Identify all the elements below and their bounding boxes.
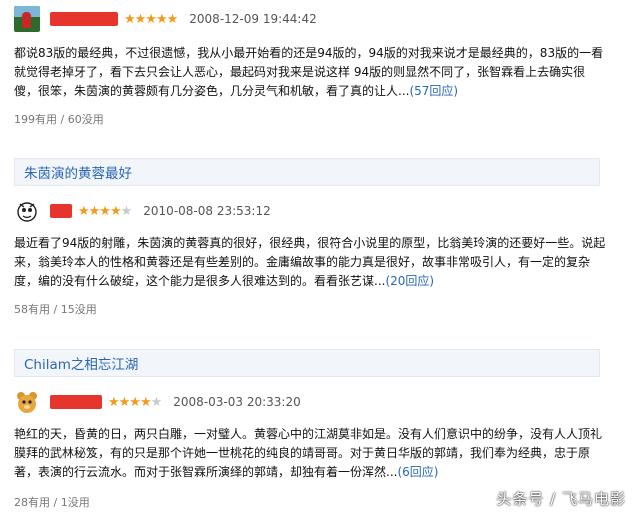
rating-stars: ★★★★★ <box>124 11 178 27</box>
review-text: 艳红的天，昏黄的日，两只白雕，一对璧人。黄蓉心中的江湖莫非如是。没有人们意识中的… <box>14 427 603 479</box>
replies-link[interactable]: (20回应) <box>385 274 434 288</box>
review-title-bar[interactable]: 朱茵演的黄蓉最好 <box>14 158 600 186</box>
watermark: 头条号 / 飞马电影 <box>496 490 626 508</box>
vote-counts[interactable]: 199有用 / 60没用 <box>14 111 104 127</box>
replies-link[interactable]: (57回应) <box>409 84 458 98</box>
redacted-username <box>50 12 118 26</box>
review-date: 2008-12-09 19:44:42 <box>189 12 317 26</box>
user-avatar[interactable] <box>14 198 40 224</box>
user-avatar[interactable] <box>14 389 40 415</box>
review-header: ★★★★★ 2008-12-09 19:44:42 <box>14 5 317 33</box>
review-text: 最近看了94版的射雕，朱茵演的黄蓉真的很好，很经典，很符合小说里的原型，比翁美玲… <box>14 236 606 288</box>
replies-link[interactable]: (6回应) <box>397 465 438 479</box>
review-text: 都说83版的最经典，不过很遗憾，我从小最开始看的还是94版的，94版的对我来说才… <box>14 46 604 98</box>
review-date: 2008-03-03 20:33:20 <box>173 395 301 409</box>
review-header: ★★★★★ 2008-03-03 20:33:20 <box>14 388 301 416</box>
redacted-username <box>50 395 102 409</box>
rating-stars: ★★★★★ <box>78 203 132 219</box>
rating-stars: ★★★★★ <box>108 394 162 410</box>
review-title[interactable]: Chilam之相忘江湖 <box>24 353 138 373</box>
review-title[interactable]: 朱茵演的黄蓉最好 <box>24 162 132 182</box>
user-avatar[interactable] <box>14 6 40 32</box>
review-date: 2010-08-08 23:53:12 <box>143 204 271 218</box>
review-title-bar[interactable]: Chilam之相忘江湖 <box>14 349 600 377</box>
review-header: ★★★★★ 2010-08-08 23:53:12 <box>14 197 271 225</box>
vote-counts[interactable]: 58有用 / 15没用 <box>14 301 97 317</box>
redacted-username <box>50 204 72 218</box>
vote-counts[interactable]: 28有用 / 1没用 <box>14 494 90 510</box>
